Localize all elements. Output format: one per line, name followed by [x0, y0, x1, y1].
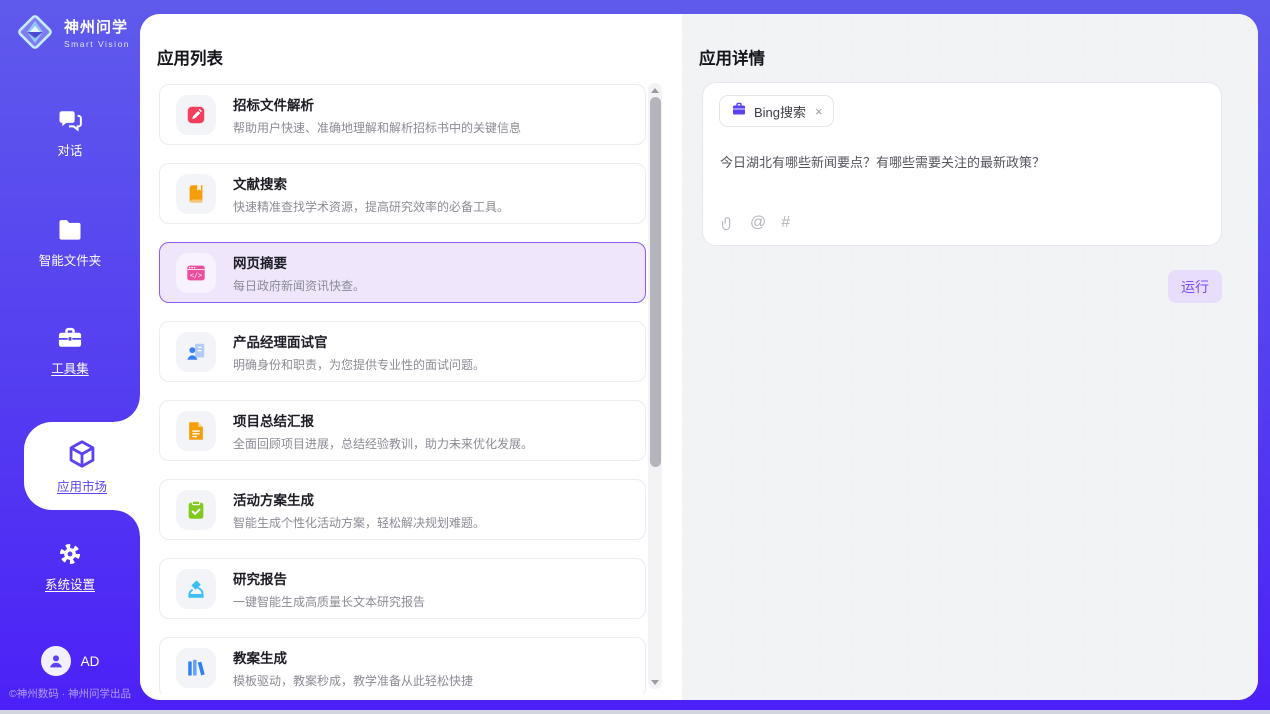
book-icon [176, 174, 216, 214]
hash-icon[interactable]: # [781, 214, 790, 232]
app-card-5[interactable]: 项目总结汇报全面回顾项目进展，总结经验教训，助力未来优化发展。 [159, 400, 646, 461]
briefcase-icon [731, 101, 747, 122]
app-card-6[interactable]: 活动方案生成智能生成个性化活动方案，轻松解决规划难题。 [159, 479, 646, 540]
avatar [41, 646, 71, 676]
paperclip-icon[interactable] [720, 215, 735, 232]
clipboard-check-icon [176, 490, 216, 530]
app-card-description: 全面回顾项目进展，总结经验教训，助力未来优化发展。 [233, 435, 533, 452]
app-card-title: 教案生成 [233, 647, 473, 667]
app-card-1[interactable]: 招标文件解析帮助用户快速、准确地理解和解析招标书中的关键信息 [159, 84, 646, 145]
app-card-description: 智能生成个性化活动方案，轻松解决规划难题。 [233, 514, 485, 531]
microscope-icon [176, 569, 216, 609]
chip-close-icon[interactable]: × [815, 105, 823, 118]
run-button[interactable]: 运行 [1168, 270, 1222, 303]
sidebar-item-3[interactable]: 工具集 [0, 322, 140, 378]
pen-square-icon [176, 95, 216, 135]
sidebar-item-label: 工具集 [51, 358, 89, 377]
app-card-description: 快速精准查找学术资源，提高研究效率的必备工具。 [233, 198, 509, 215]
question-input[interactable]: 今日湖北有哪些新闻要点？有哪些需要关注的最新政策？ [720, 152, 1205, 171]
app-card-title: 招标文件解析 [233, 94, 521, 114]
composer-card[interactable]: Bing搜索 × 今日湖北有哪些新闻要点？有哪些需要关注的最新政策？ @# [702, 82, 1222, 246]
app-detail-title: 应用详情 [699, 45, 765, 69]
app-list-title: 应用列表 [157, 45, 223, 69]
app-card-title: 网页摘要 [233, 252, 365, 272]
sidebar-item-label: 系统设置 [45, 574, 95, 593]
app-card-8[interactable]: 教案生成模板驱动，教案秒成，教学准备从此轻松快捷 [159, 637, 646, 694]
copyright-footer: ©神州数码 · 神州问学出品 [0, 686, 140, 701]
bottom-edge-strip [0, 710, 1270, 714]
app-card-title: 项目总结汇报 [233, 410, 533, 430]
app-card-description: 一键智能生成高质量长文本研究报告 [233, 593, 425, 610]
logo-diamond-icon [14, 11, 56, 53]
app-card-2[interactable]: 文献搜索快速精准查找学术资源，提高研究效率的必备工具。 [159, 163, 646, 224]
app-detail-panel: 应用详情 Bing搜索 × 今日湖北有哪些新闻要点？有哪些需要关注的最新政策？ … [682, 14, 1258, 700]
person-doc-icon [176, 332, 216, 372]
scrollbar-thumb[interactable] [650, 97, 661, 467]
app-list-panel: 应用列表 招标文件解析帮助用户快速、准确地理解和解析招标书中的关键信息文献搜索快… [140, 14, 682, 700]
sidebar-item-label: 智能文件夹 [39, 250, 102, 269]
app-card-title: 活动方案生成 [233, 489, 485, 509]
app-card-description: 帮助用户快速、准确地理解和解析招标书中的关键信息 [233, 119, 521, 136]
doc-lines-icon [176, 411, 216, 451]
sidebar-item-5[interactable]: 系统设置 [0, 538, 140, 594]
sidebar-item-label: 对话 [57, 140, 82, 159]
app-card-description: 模板驱动，教案秒成，教学准备从此轻松快捷 [233, 672, 473, 689]
sidebar-item-1[interactable]: 对话 [0, 104, 140, 160]
toolbox-icon [56, 324, 84, 352]
app-card-7[interactable]: 研究报告一键智能生成高质量长文本研究报告 [159, 558, 646, 619]
sidebar: 神州问学 Smart Vision 对话智能文件夹工具集应用市场系统设置 AD … [0, 0, 140, 714]
user-badge[interactable]: AD [0, 646, 140, 676]
folder-icon [56, 216, 84, 244]
cube-icon [66, 438, 98, 470]
app-card-title: 产品经理面试官 [233, 331, 485, 351]
app-card-3[interactable]: </> 网页摘要每日政府新闻资讯快查。 [159, 242, 646, 303]
browser-code-icon: </> [176, 253, 216, 293]
books-icon [176, 648, 216, 688]
svg-text:</>: </> [190, 271, 202, 279]
scrollbar[interactable] [648, 83, 662, 689]
app-logo: 神州问学 Smart Vision [14, 11, 130, 53]
brand-name: 神州问学 [64, 16, 130, 37]
app-card-title: 研究报告 [233, 568, 425, 588]
at-icon[interactable]: @ [750, 214, 766, 232]
user-name: AD [81, 654, 100, 669]
app-card-list: 招标文件解析帮助用户快速、准确地理解和解析招标书中的关键信息文献搜索快速精准查找… [159, 84, 646, 694]
app-card-description: 明确身份和职责，为您提供专业性的面试问题。 [233, 356, 485, 373]
user-icon [47, 652, 65, 670]
chat-icon [56, 106, 84, 134]
gear-icon [56, 540, 84, 568]
sidebar-item-2[interactable]: 智能文件夹 [0, 214, 140, 270]
sidebar-item-4[interactable]: 应用市场 [24, 422, 140, 510]
tool-chip-bing-search[interactable]: Bing搜索 × [719, 95, 834, 127]
brand-subtitle: Smart Vision [64, 39, 130, 49]
tool-chip-label: Bing搜索 [754, 102, 806, 121]
scroll-down-icon [651, 680, 659, 685]
main-content: 应用列表 招标文件解析帮助用户快速、准确地理解和解析招标书中的关键信息文献搜索快… [140, 14, 1258, 700]
app-card-description: 每日政府新闻资讯快查。 [233, 277, 365, 294]
scroll-up-button[interactable] [648, 84, 662, 96]
composer-toolbar: @# [720, 214, 790, 232]
sidebar-item-label: 应用市场 [57, 476, 107, 495]
app-card-4[interactable]: 产品经理面试官明确身份和职责，为您提供专业性的面试问题。 [159, 321, 646, 382]
scroll-up-icon [651, 88, 659, 93]
scroll-down-button[interactable] [648, 676, 662, 688]
app-card-title: 文献搜索 [233, 173, 509, 193]
